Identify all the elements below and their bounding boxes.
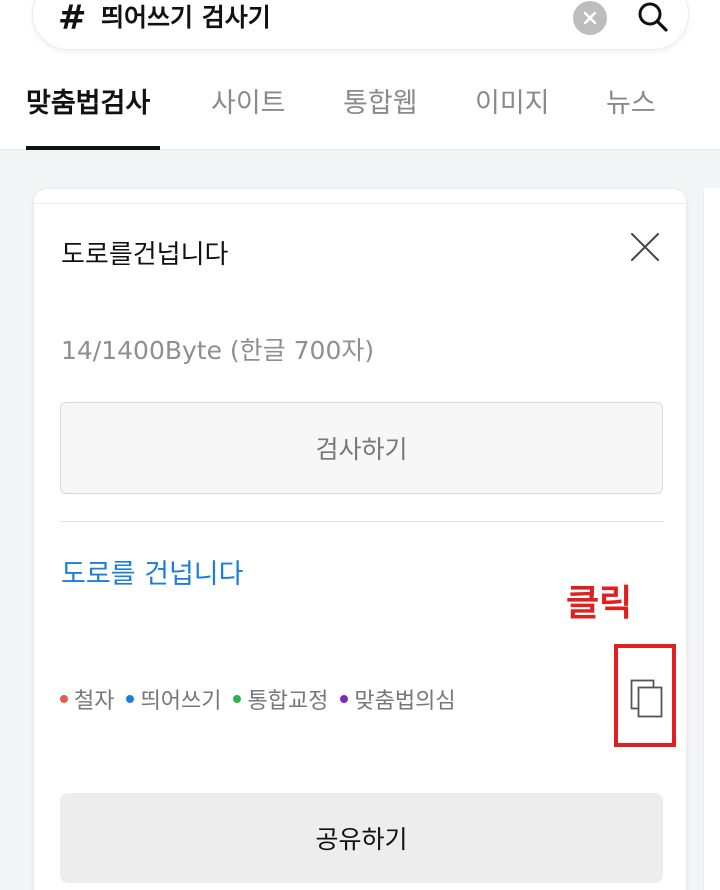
- close-icon[interactable]: [629, 231, 661, 263]
- legend-spelling: 철자: [60, 683, 114, 715]
- legend-dot: [60, 695, 68, 703]
- legend-spacing: 띄어쓰기: [126, 683, 221, 715]
- result-text: 도로를 건넙니다: [61, 559, 244, 590]
- error-legend: 철자 띄어쓰기 통합교정 맞춤법의심: [60, 681, 468, 717]
- tab-bar: 맞춤법검사 사이트 통합웹 이미지 뉴스: [0, 70, 720, 150]
- next-card-edge: [703, 188, 720, 890]
- legend-suspect: 맞춤법의심: [340, 683, 456, 715]
- legend-label: 철자: [74, 689, 115, 714]
- search-icon[interactable]: [635, 0, 671, 35]
- legend-label: 통합교정: [247, 689, 329, 714]
- tab-image[interactable]: 이미지: [475, 84, 550, 124]
- copy-icon[interactable]: [630, 679, 664, 719]
- legend-dot: [126, 695, 135, 703]
- legend-dot: [340, 695, 349, 703]
- tab-spellcheck[interactable]: 맞춤법검사: [26, 84, 150, 124]
- byte-counter: 14/1400Byte (한글 700자): [61, 336, 375, 365]
- legend-integrated: 통합교정: [233, 683, 328, 715]
- hash-symbol: #: [58, 0, 87, 38]
- tab-news[interactable]: 뉴스: [606, 84, 656, 124]
- legend-label: 맞춤법의심: [354, 689, 456, 714]
- copy-highlight-box: [614, 644, 676, 747]
- result-divider: [60, 521, 663, 522]
- tab-site[interactable]: 사이트: [211, 84, 286, 124]
- share-button[interactable]: 공유하기: [60, 793, 663, 883]
- search-bar[interactable]: # 띄어쓰기 검사기: [32, 0, 689, 50]
- input-text[interactable]: 도로를건넙니다: [61, 237, 228, 273]
- click-annotation: 클릭: [566, 583, 633, 624]
- top-bar: # 띄어쓰기 검사기 맞춤법검사 사이트 통합웹 이미지 뉴스: [0, 0, 720, 150]
- legend-label: 띄어쓰기: [140, 689, 222, 714]
- tab-integrated-web[interactable]: 통합웹: [343, 84, 418, 124]
- card-top-divider: [34, 203, 688, 204]
- legend-dot: [233, 695, 242, 703]
- active-tab-indicator: [26, 146, 160, 150]
- clear-icon[interactable]: [573, 1, 607, 35]
- check-button[interactable]: 검사하기: [60, 402, 663, 494]
- search-query[interactable]: 띄어쓰기 검사기: [101, 1, 271, 35]
- spellcheck-card: 도로를건넙니다 14/1400Byte (한글 700자) 검사하기 도로를 건…: [33, 188, 688, 890]
